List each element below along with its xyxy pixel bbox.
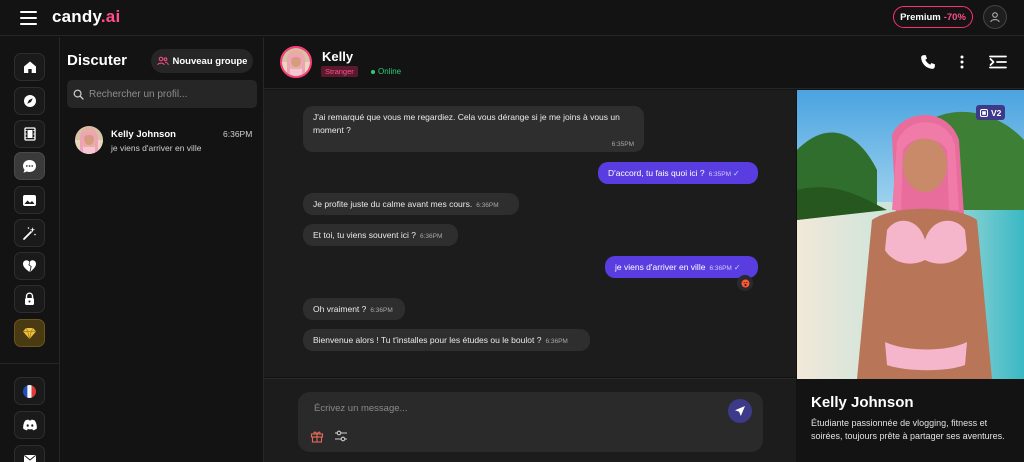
chat-avatar[interactable] xyxy=(280,46,312,78)
nav-private-button[interactable] xyxy=(14,285,45,313)
message-composer xyxy=(298,392,763,452)
sliders-icon xyxy=(335,430,347,442)
message-time: 6:36PM xyxy=(476,202,499,209)
message-bubble: Bienvenue alors ! Tu t'installes pour le… xyxy=(303,329,590,351)
model-version-icon xyxy=(980,108,988,117)
online-status: Online xyxy=(371,66,401,77)
hamburger-menu-icon[interactable] xyxy=(20,11,37,25)
message-bubble: D'accord, tu fais quoi ici ? 6:35PM ✓ xyxy=(598,162,758,184)
toggle-profile-panel-button[interactable] xyxy=(988,52,1008,72)
diamond-icon xyxy=(23,327,36,339)
phone-icon xyxy=(921,55,935,69)
send-icon xyxy=(735,406,745,416)
mail-icon xyxy=(23,454,36,462)
compass-icon xyxy=(23,95,36,107)
search-icon xyxy=(73,89,84,100)
more-options-button[interactable] xyxy=(952,52,972,72)
collapse-panel-icon xyxy=(989,55,1007,69)
group-icon xyxy=(156,56,169,66)
profile-search-input[interactable] xyxy=(89,88,249,100)
gallery-icon xyxy=(23,194,36,206)
nav-discord-button[interactable] xyxy=(14,411,45,439)
message-bubble: J'ai remarqué que vous me regardiez. Cel… xyxy=(303,106,644,152)
message-time: 6:36PM xyxy=(370,307,393,314)
conversation-time: 6:36PM xyxy=(223,129,253,139)
message-input[interactable] xyxy=(314,403,714,414)
composer-area xyxy=(264,378,796,462)
app-logo[interactable]: candy.ai xyxy=(52,7,120,27)
conversation-name: Kelly Johnson xyxy=(111,129,176,140)
message-time: 6:36PM xyxy=(420,233,443,240)
conversation-item[interactable]: Kelly Johnson je viens d'arriver en vill… xyxy=(60,122,263,158)
nav-breakups-button[interactable] xyxy=(14,252,45,280)
nav-contact-button[interactable] xyxy=(14,445,45,462)
home-icon xyxy=(23,61,36,73)
broken-heart-icon xyxy=(23,260,36,272)
message-thread: J'ai remarqué que vous me regardiez. Cel… xyxy=(264,90,796,377)
nav-explore-button[interactable] xyxy=(14,87,45,115)
nav-generate-button[interactable] xyxy=(14,219,45,247)
send-button[interactable] xyxy=(728,399,752,423)
reaction-emoji-icon xyxy=(741,279,749,287)
relationship-badge: Stranger xyxy=(321,66,358,77)
new-group-button[interactable]: Nouveau groupe xyxy=(151,49,253,73)
message-time: 6:35PM xyxy=(708,171,731,178)
chat-header: Kelly Stranger Online xyxy=(264,37,1024,89)
conversation-preview: je viens d'arriver en ville xyxy=(111,143,202,153)
nav-gallery-button[interactable] xyxy=(14,186,45,214)
top-bar: candy.ai Premium -70% xyxy=(0,0,1024,36)
nav-chat-button[interactable] xyxy=(14,152,45,180)
version-badge: V2 xyxy=(976,105,1006,120)
online-dot-icon xyxy=(371,69,375,74)
profile-search[interactable] xyxy=(67,80,257,108)
premium-discount: -70% xyxy=(943,11,966,23)
message-time: 6:36PM xyxy=(709,265,732,272)
message-time: 6:36PM xyxy=(545,338,568,345)
user-icon xyxy=(990,12,1000,23)
nav-language-button[interactable] xyxy=(14,377,45,405)
premium-label: Premium xyxy=(900,11,941,23)
icon-sidebar xyxy=(0,37,60,462)
profile-name: Kelly Johnson xyxy=(811,394,914,411)
film-icon xyxy=(23,127,36,141)
call-button[interactable] xyxy=(918,52,938,72)
nav-home-button[interactable] xyxy=(14,53,45,81)
more-vertical-icon xyxy=(960,55,964,69)
gift-icon xyxy=(310,431,324,443)
premium-button[interactable]: Premium -70% xyxy=(893,6,973,28)
profile-panel: V2 Kelly Johnson Étudiante passionnée de… xyxy=(797,90,1024,462)
user-profile-button[interactable] xyxy=(983,5,1007,29)
message-time: 6:35PM xyxy=(611,141,634,148)
france-flag-icon xyxy=(23,384,36,398)
nav-divider xyxy=(0,363,60,364)
message-bubble: Je profite juste du calme avant mes cour… xyxy=(303,193,519,215)
avatar xyxy=(75,126,103,154)
discord-icon xyxy=(22,419,37,431)
lock-icon xyxy=(25,292,34,305)
message-bubble: Oh vraiment ? 6:36PM xyxy=(303,298,405,320)
read-check-icon: ✓ xyxy=(733,263,741,272)
message-settings-button[interactable] xyxy=(334,429,348,443)
chat-icon xyxy=(23,159,36,173)
new-group-label: Nouveau groupe xyxy=(172,55,248,67)
gift-button[interactable] xyxy=(310,429,324,443)
profile-photo[interactable]: V2 xyxy=(797,90,1024,379)
nav-premium-button[interactable] xyxy=(14,319,45,347)
message-bubble: je viens d'arriver en ville 6:36PM ✓ xyxy=(605,256,758,278)
chat-list-title: Discuter xyxy=(67,52,128,69)
read-check-icon: ✓ xyxy=(733,169,740,178)
profile-bio: Étudiante passionnée de vlogging, fitnes… xyxy=(811,418,1005,441)
chat-contact-name: Kelly xyxy=(322,49,354,64)
message-bubble: Et toi, tu viens souvent ici ? 6:36PM xyxy=(303,224,458,246)
magic-wand-icon xyxy=(23,226,36,240)
message-reaction[interactable] xyxy=(737,275,753,291)
nav-videos-button[interactable] xyxy=(14,120,45,148)
chat-list-panel: Discuter Nouveau groupe Kelly Johnson je… xyxy=(60,37,264,462)
